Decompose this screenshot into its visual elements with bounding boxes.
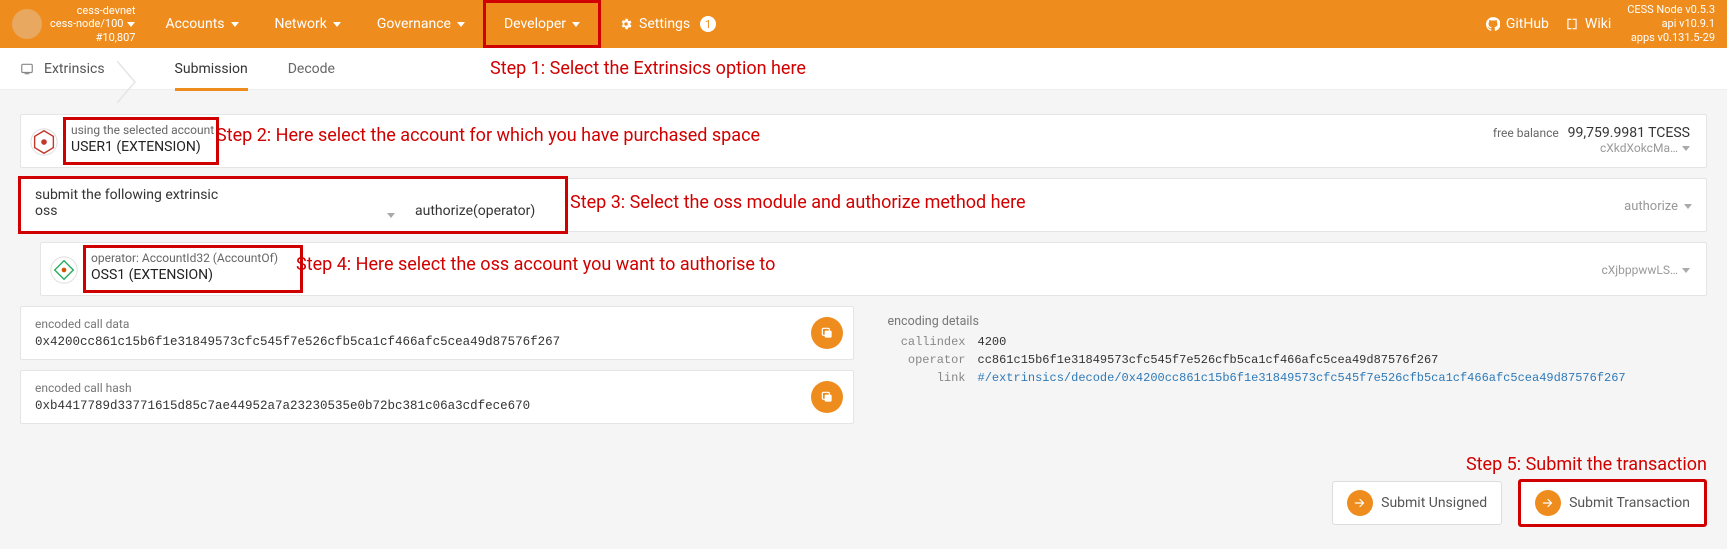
github-label: GitHub [1506, 16, 1549, 32]
enc-val-operator: cc861c15b6f1e31849573cfc545f7e526cfb5ca1… [978, 353, 1694, 367]
nav-governance[interactable]: Governance [359, 0, 483, 48]
arrow-icon [1347, 490, 1373, 516]
chain-logo-icon [12, 9, 42, 39]
caret-down-icon [457, 22, 465, 27]
copy-call-data-button[interactable] [811, 317, 843, 349]
call-data-value: 0x4200cc861c15b6f1e31849573cfc545f7e526c… [35, 335, 839, 349]
copy-icon [820, 326, 834, 340]
encoded-call-data: encoded call data 0x4200cc861c15b6f1e318… [20, 306, 854, 360]
operator-address-short: cXjbppwwLS… [1601, 263, 1678, 277]
encoding-columns: encoded call data 0x4200cc861c15b6f1e318… [20, 306, 1707, 434]
identicon-icon [49, 255, 79, 285]
node-block: #10,807 [50, 31, 135, 44]
wiki-label: Wiki [1585, 16, 1611, 32]
version-info: CESS Node v0.5.3 api v10.9.1 apps v0.131… [1627, 3, 1715, 44]
caret-down-icon [1684, 204, 1692, 209]
account-address-short: cXkdXokcMa… [1600, 141, 1678, 155]
nav-settings[interactable]: Settings 1 [601, 0, 734, 48]
github-icon [1486, 17, 1500, 31]
section-title: Extrinsics [0, 61, 125, 77]
nav-settings-label: Settings [639, 16, 690, 32]
nav-network[interactable]: Network [257, 0, 359, 48]
node-selector[interactable]: cess-devnet cess-node/100 #10,807 [0, 4, 147, 44]
method-value: authorize(operator) [415, 203, 575, 219]
copy-icon [820, 390, 834, 404]
main-content: using the selected account USER1 (EXTENS… [0, 90, 1727, 446]
step5-annotation: Step 5: Submit the transaction [0, 454, 1727, 475]
book-icon [1565, 17, 1579, 31]
node-name: cess-devnet [50, 4, 135, 17]
enc-key-operator: operator [888, 353, 978, 367]
module-selector[interactable]: submit the following extrinsic oss [35, 187, 415, 221]
nav-developer[interactable]: Developer [483, 0, 601, 48]
submit-transaction-label: Submit Transaction [1569, 495, 1690, 511]
tab-submission[interactable]: Submission [155, 48, 268, 90]
enc-key-link: link [888, 371, 978, 385]
free-balance-label: free balance [1493, 126, 1559, 140]
module-value: oss [35, 203, 415, 219]
node-info: cess-devnet cess-node/100 #10,807 [50, 4, 135, 44]
submit-transaction-button[interactable]: Submit Transaction [1518, 479, 1707, 527]
free-balance-value: 99,759.9981 TCESS [1568, 125, 1690, 141]
arrow-icon [1535, 490, 1561, 516]
encoding-details-label: encoding details [888, 314, 1694, 329]
nav-governance-label: Governance [377, 16, 451, 32]
enc-val-link[interactable]: #/extrinsics/decode/0x4200cc861c15b6f1e3… [978, 371, 1694, 385]
free-balance: free balance 99,759.9981 TCESS cXkdXokcM… [1493, 125, 1690, 155]
copy-call-hash-button[interactable] [811, 381, 843, 413]
section-subnav: Extrinsics Submission Decode Step 1: Sel… [0, 48, 1727, 90]
identicon-icon [29, 127, 59, 157]
ver-apps: apps v0.131.5-29 [1627, 31, 1715, 45]
step2-annotation: Step 2: Here select the account for whic… [216, 125, 760, 146]
submit-unsigned-label: Submit Unsigned [1381, 495, 1487, 511]
caret-down-icon [387, 213, 395, 218]
call-data-label: encoded call data [35, 317, 839, 331]
call-hash-label: encoded call hash [35, 381, 839, 395]
footer-actions: Submit Unsigned Submit Transaction [0, 475, 1727, 547]
step1-annotation: Step 1: Select the Extrinsics option her… [490, 58, 806, 79]
operator-selector[interactable]: operator: AccountId32 (AccountOf) OSS1 (… [40, 242, 1707, 296]
tab-submission-label: Submission [175, 61, 248, 77]
nav-accounts[interactable]: Accounts [147, 0, 256, 48]
settings-badge: 1 [700, 16, 716, 32]
wiki-link[interactable]: Wiki [1565, 16, 1611, 32]
caret-down-icon [1682, 146, 1690, 151]
ver-api: api v10.9.1 [1627, 17, 1715, 31]
gear-icon [619, 17, 633, 31]
caret-down-icon [333, 22, 341, 27]
enc-key-callindex: callindex [888, 335, 978, 349]
caret-down-icon [572, 22, 580, 27]
caret-down-icon [127, 22, 135, 27]
nav-accounts-label: Accounts [165, 16, 224, 32]
method-name-right: authorize [1624, 199, 1692, 214]
method-selector[interactable]: authorize(operator) [415, 187, 575, 221]
github-link[interactable]: GitHub [1486, 16, 1549, 32]
tab-decode-label: Decode [288, 61, 335, 77]
tab-decode[interactable]: Decode [268, 48, 355, 90]
method-name-label: authorize [1624, 199, 1678, 214]
caret-down-icon [231, 22, 239, 27]
section-label: Extrinsics [44, 61, 105, 77]
nav-developer-label: Developer [504, 16, 566, 32]
enc-val-callindex: 4200 [978, 335, 1694, 349]
step4-annotation: Step 4: Here select the oss account you … [296, 254, 775, 275]
encoding-details: encoding details callindex 4200 operator… [874, 306, 1708, 397]
extrinsics-icon [20, 62, 34, 76]
submit-unsigned-button[interactable]: Submit Unsigned [1332, 481, 1502, 525]
step3-annotation: Step 3: Select the oss module and author… [570, 192, 1026, 213]
ver-node: CESS Node v0.5.3 [1627, 3, 1715, 17]
encoded-call-hash: encoded call hash 0xb4417789d33771615d85… [20, 370, 854, 424]
top-navbar: cess-devnet cess-node/100 #10,807 Accoun… [0, 0, 1727, 48]
node-version: cess-node/100 [50, 17, 123, 30]
caret-down-icon [1682, 268, 1690, 273]
nav-network-label: Network [275, 16, 327, 32]
extrinsic-label: submit the following extrinsic [35, 187, 415, 203]
call-hash-value: 0xb4417789d33771615d85c7ae44952a7a232305… [35, 399, 839, 413]
